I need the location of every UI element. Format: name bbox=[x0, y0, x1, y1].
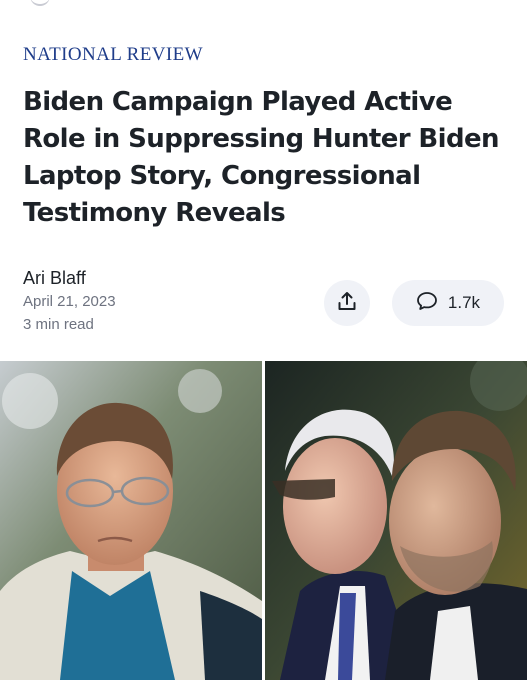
author-name[interactable]: Ari Blaff bbox=[23, 268, 86, 289]
top-partial-icon bbox=[30, 0, 50, 6]
share-button[interactable] bbox=[324, 280, 370, 326]
publish-date: April 21, 2023 bbox=[23, 293, 116, 310]
comments-button[interactable]: 1.7k bbox=[392, 280, 504, 326]
publisher-name[interactable]: NATIONAL REVIEW bbox=[23, 44, 203, 66]
speech-bubble-icon bbox=[416, 291, 438, 316]
comment-count: 1.7k bbox=[447, 293, 481, 312]
article-photo[interactable] bbox=[0, 361, 527, 680]
read-time: 3 min read bbox=[23, 316, 94, 333]
share-icon bbox=[336, 290, 358, 317]
article-headline: Biden Campaign Played Active Role in Sup… bbox=[23, 87, 500, 228]
